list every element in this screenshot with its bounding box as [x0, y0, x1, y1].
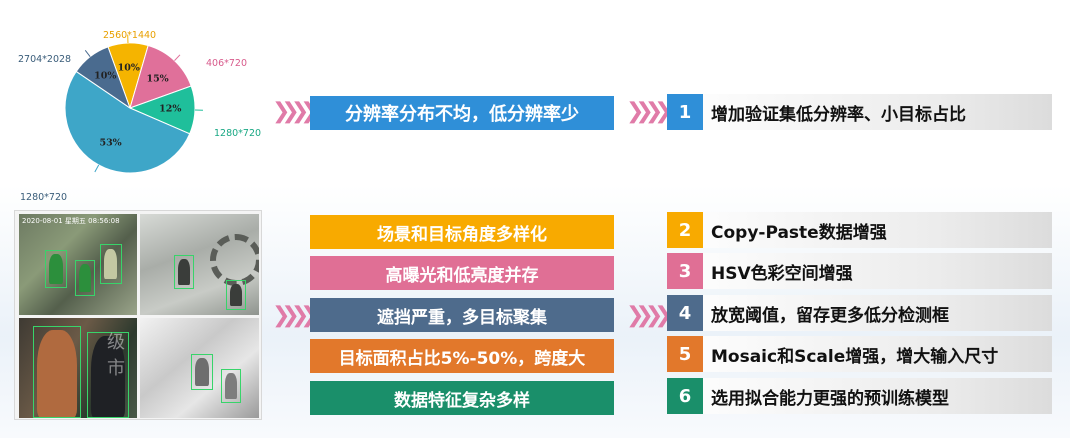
method-row-6: 6 选用拟合能力更强的预训练模型: [667, 378, 1052, 414]
pie-slice-label: 406*720: [206, 58, 248, 69]
method-label: Mosaic和Scale增强，增大输入尺寸: [711, 346, 999, 367]
issue-box-5: 数据特征复杂多样: [310, 381, 614, 415]
method-number: 4: [667, 295, 703, 331]
method-number: 2: [667, 212, 703, 248]
pie-slice-percent: 15%: [146, 73, 169, 85]
method-number: 5: [667, 336, 703, 372]
detection-box: [174, 255, 194, 289]
sample-photo-grid: 2020-08-01 星期五 08:56:08 级市: [14, 210, 262, 420]
issue-box-4: 目标面积占比5%-50%，跨度大: [310, 339, 614, 373]
detection-box: [45, 250, 67, 288]
method-label: 增加验证集低分辨率、小目标占比: [711, 104, 966, 125]
pie-slice-label: 2704*2028: [18, 54, 72, 65]
issue-box-3: 遮挡严重，多目标聚集: [310, 298, 614, 332]
detection-box: [33, 326, 81, 418]
method-number: 3: [667, 253, 703, 289]
method-row-4: 4 放宽阈值，留存更多低分检测框: [667, 295, 1052, 331]
issue-box-2: 高曝光和低亮度并存: [310, 256, 614, 290]
detection-box: [221, 369, 241, 403]
sample-photo-construction-site: 2020-08-01 星期五 08:56:08: [19, 214, 137, 315]
pie-leader-line: [94, 164, 100, 173]
pie-slice-label: 1280*720: [20, 192, 68, 203]
detection-box: [226, 280, 246, 310]
detection-box: [191, 354, 213, 390]
method-label: 放宽阈值，留存更多低分检测框: [711, 305, 949, 326]
method-row-1: 1 增加验证集低分辨率、小目标占比: [667, 94, 1052, 130]
sample-photo-overhead-view: [140, 214, 259, 315]
method-row-5: 5 Mosaic和Scale增强，增大输入尺寸: [667, 336, 1052, 372]
photo-watermark: 级市: [107, 332, 125, 379]
method-label: Copy-Paste数据增强: [711, 222, 887, 243]
method-label: HSV色彩空间增强: [711, 263, 853, 284]
method-number: 6: [667, 378, 703, 414]
method-label: 选用拟合能力更强的预训练模型: [711, 388, 949, 409]
issue-box-1: 场景和目标角度多样化: [310, 215, 614, 249]
chevron-arrow-icon: ❯❯❯❯: [272, 99, 319, 124]
method-number: 1: [667, 94, 703, 130]
method-row-3: 3 HSV色彩空间增强: [667, 253, 1052, 289]
pie-slice-percent: 10%: [94, 70, 117, 82]
photo-timestamp: 2020-08-01 星期五 08:56:08: [22, 217, 120, 225]
chevron-arrow-icon: ❯❯❯❯: [626, 99, 673, 124]
detection-box: [100, 244, 122, 284]
pie-slice-label: 1280*720: [214, 128, 262, 139]
pie-slice-percent: 53%: [99, 137, 122, 149]
resolution-issue-banner: 分辨率分布不均，低分辨率少: [310, 96, 614, 130]
sample-photo-overexposed: [140, 318, 259, 418]
method-row-2: 2 Copy-Paste数据增强: [667, 212, 1052, 248]
pie-leader-line: [174, 54, 181, 61]
pie-slice-label: 2560*1440: [103, 30, 157, 41]
fan-object: [210, 234, 259, 286]
chevron-arrow-icon: ❯❯❯❯: [272, 303, 319, 328]
detection-box: [75, 260, 95, 296]
pie-leader-line: [84, 50, 91, 57]
chevron-arrow-icon: ❯❯❯❯: [626, 303, 673, 328]
resolution-pie-chart: 10% 2560*1440 15% 406*720 12% 1280*720 53% 1280…: [0, 20, 280, 210]
pie-slice-percent: 12%: [159, 103, 182, 115]
sample-photo-indoor-people: 级市: [19, 318, 137, 418]
pie-slice-percent: 10%: [117, 62, 140, 74]
pie-svg: [64, 35, 203, 174]
